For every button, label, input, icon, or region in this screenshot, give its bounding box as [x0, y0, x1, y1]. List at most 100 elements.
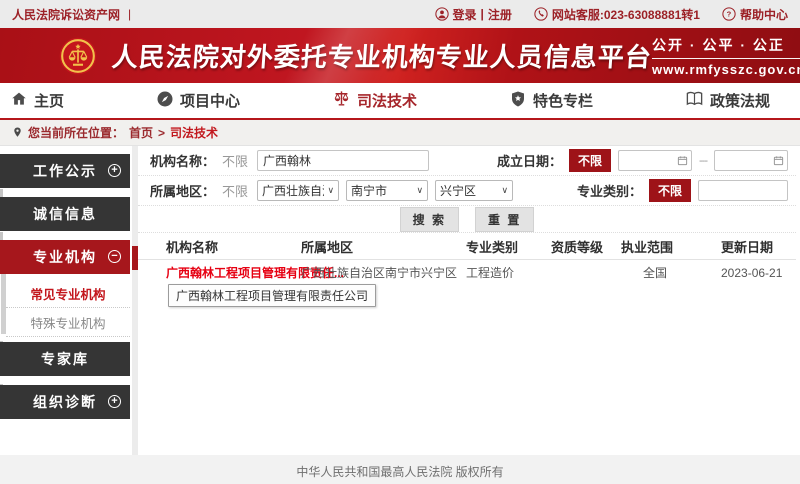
- help-center-group[interactable]: ? 帮助中心: [722, 6, 788, 23]
- filter-row-region-category: 所属地区： 不限 广西壮族自治∨ 南宁市 ∨ 兴宁区 ∨ 专业类别： 不限: [138, 176, 796, 206]
- court-emblem-logo: [58, 36, 98, 76]
- site-banner: 人民法院对外委托专业机构专业人员信息平台 公开 · 公平 · 公正 www.rm…: [0, 28, 800, 83]
- org-name-input[interactable]: [257, 150, 429, 171]
- org-name-label: 机构名称：: [150, 151, 215, 170]
- district-select[interactable]: 兴宁区 ∨: [435, 180, 513, 201]
- nav-item-home[interactable]: 主页: [10, 90, 64, 112]
- col-header-region: 所属地区: [301, 237, 466, 256]
- main-nav: 主页 项目中心 司法技术 特色专栏 政策法规: [0, 83, 800, 120]
- filter-actions-row: 搜 索 重 置: [138, 206, 796, 233]
- city-value: 南宁市: [351, 182, 387, 199]
- nav-item-project-center[interactable]: 项目中心: [156, 90, 240, 112]
- filter-row-name-date: 机构名称： 不限 成立日期： 不限 ---: [138, 146, 796, 176]
- copyright-text: 中华人民共和国最高人民法院 版权所有: [296, 465, 503, 479]
- sidebar-item-label: 工作公示: [33, 161, 97, 181]
- cell-category: 工程造价: [466, 264, 551, 281]
- professional-institutions-submenu: 常见专业机构 特殊专业机构: [6, 279, 130, 337]
- region-unlimited-option[interactable]: 不限: [222, 181, 248, 200]
- table-row: 广西翰林工程项目管理有限责任... 广西壮族自治区南宁市兴宁区 工程造价 全国 …: [138, 260, 796, 285]
- nav-label: 司法技术: [357, 90, 417, 111]
- help-center-link[interactable]: 帮助中心: [740, 6, 788, 23]
- submenu-item-common-institutions[interactable]: 常见专业机构: [6, 279, 130, 308]
- found-date-end-wrap: [714, 150, 788, 171]
- home-icon: [10, 90, 28, 112]
- submenu-item-special-institutions[interactable]: 特殊专业机构: [6, 308, 130, 337]
- search-button[interactable]: 搜 索: [400, 207, 459, 232]
- city-select[interactable]: 南宁市 ∨: [346, 180, 428, 201]
- compass-icon: [156, 90, 174, 112]
- sidebar-item-expert-database[interactable]: 专家库: [0, 342, 130, 376]
- sidebar-item-label: 专业机构: [33, 247, 97, 267]
- nav-label: 项目中心: [180, 90, 240, 111]
- found-date-unlimited-button[interactable]: 不限: [569, 149, 611, 172]
- found-date-label: 成立日期：: [497, 151, 562, 170]
- org-name-tooltip: 广西翰林工程项目管理有限责任公司: [168, 284, 376, 307]
- service-phone-group: 网站客服:023-63088881转1: [534, 6, 700, 23]
- login-link[interactable]: 登录: [453, 6, 477, 23]
- nav-label: 主页: [34, 90, 64, 111]
- expand-plus-icon: +: [108, 164, 121, 177]
- nav-item-special-column[interactable]: 特色专栏: [509, 90, 593, 112]
- date-range-separator: ---: [699, 155, 707, 167]
- content-area: 工作公示 + 诚信信息 专业机构 − 常见专业机构 特殊专业机构 专家库 组织诊…: [0, 146, 800, 455]
- col-header-org-name: 机构名称: [138, 237, 301, 256]
- sidebar: 工作公示 + 诚信信息 专业机构 − 常见专业机构 特殊专业机构 专家库 组织诊…: [0, 154, 130, 428]
- sidebar-item-professional-institutions[interactable]: 专业机构 −: [0, 240, 130, 274]
- page-footer: 中华人民共和国最高人民法院 版权所有: [0, 455, 800, 484]
- topbar-divider: |: [128, 7, 131, 21]
- user-icon: [435, 7, 449, 21]
- collapse-minus-icon: −: [108, 250, 121, 263]
- topbar-right-group: 登录 | 注册 网站客服:023-63088881转1 ? 帮助中心: [419, 6, 789, 23]
- col-header-grade: 资质等级: [551, 237, 621, 256]
- col-header-updated: 更新日期: [721, 237, 796, 256]
- location-pin-icon: [12, 126, 23, 139]
- reset-button[interactable]: 重 置: [475, 207, 534, 232]
- org-name-unlimited-option[interactable]: 不限: [222, 151, 248, 170]
- breadcrumb: 您当前所在位置： 首页 > 司法技术: [0, 120, 800, 146]
- found-date-start-wrap: [618, 150, 692, 171]
- book-icon: [685, 89, 704, 112]
- sidebar-item-label: 专家库: [41, 349, 89, 369]
- svg-text:?: ?: [727, 10, 732, 19]
- region-label: 所属地区：: [150, 181, 215, 200]
- chevron-down-icon: ∨: [416, 185, 423, 196]
- service-phone-text: 网站客服:023-63088881转1: [552, 6, 700, 23]
- cell-region: 广西壮族自治区南宁市兴宁区: [301, 264, 466, 281]
- category-unlimited-button[interactable]: 不限: [649, 179, 691, 202]
- scales-icon: [332, 89, 351, 112]
- category-input[interactable]: [698, 180, 788, 201]
- breadcrumb-separator: >: [158, 126, 165, 140]
- sidebar-item-work-publicity[interactable]: 工作公示 +: [0, 154, 130, 188]
- top-utility-bar: 人民法院诉讼资产网 | 登录 | 注册 网站客服:023-63088881转1 …: [0, 0, 800, 28]
- nav-item-judicial-tech[interactable]: 司法技术: [332, 89, 417, 112]
- cell-scope: 全国: [621, 264, 721, 281]
- question-icon: ?: [722, 7, 736, 21]
- website-url: www.rmfysszc.gov.cn: [652, 59, 800, 77]
- district-value: 兴宁区: [440, 182, 476, 199]
- chevron-down-icon: ∨: [501, 185, 508, 196]
- sidebar-item-integrity-info[interactable]: 诚信信息: [0, 197, 130, 231]
- category-label: 专业类别：: [577, 181, 642, 200]
- submenu-item-label: 特殊专业机构: [30, 313, 105, 332]
- search-results-panel: 机构名称： 不限 成立日期： 不限 --- 所属地区：: [138, 146, 796, 455]
- breadcrumb-home-link[interactable]: 首页: [129, 124, 153, 141]
- platform-title: 人民法院对外委托专业机构专业人员信息平台: [111, 37, 654, 74]
- col-header-category: 专业类别: [466, 237, 551, 256]
- shield-star-icon: [509, 90, 527, 112]
- nav-label: 特色专栏: [533, 90, 593, 111]
- banner-slogan-block: 公开 · 公平 · 公正 www.rmfysszc.gov.cn: [652, 35, 800, 77]
- sidebar-item-org-diagnosis[interactable]: 组织诊断 +: [0, 385, 130, 419]
- calendar-icon: [773, 155, 784, 166]
- expand-plus-icon: +: [108, 395, 121, 408]
- results-table-header: 机构名称 所属地区 专业类别 资质等级 执业范围 更新日期: [138, 233, 796, 260]
- cell-updated: 2023-06-21: [721, 266, 796, 280]
- register-link[interactable]: 注册: [488, 6, 512, 23]
- sidebar-item-label: 组织诊断: [33, 392, 97, 412]
- litigation-assets-site-link[interactable]: 人民法院诉讼资产网: [12, 6, 120, 23]
- nav-item-policy[interactable]: 政策法规: [685, 89, 770, 112]
- slogan-text: 公开 · 公平 · 公正: [652, 35, 800, 59]
- calendar-icon: [677, 155, 688, 166]
- breadcrumb-current: 司法技术: [170, 124, 218, 141]
- province-select[interactable]: 广西壮族自治∨: [257, 180, 339, 201]
- phone-icon: [534, 7, 548, 21]
